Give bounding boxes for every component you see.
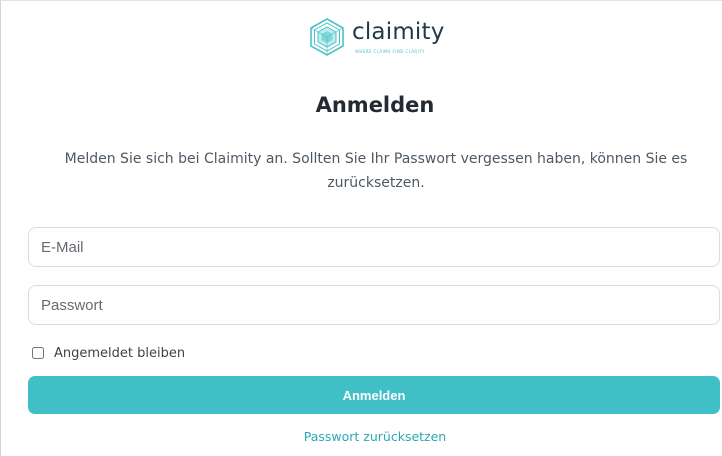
brand-logo: claimity WHERE CLAIMS FIND CLARITY xyxy=(307,15,447,59)
remember-me[interactable]: Angemeldet bleiben xyxy=(32,345,185,361)
remember-me-checkbox[interactable] xyxy=(32,347,44,359)
page-title: Anmelden xyxy=(315,93,435,117)
password-field[interactable] xyxy=(28,285,720,325)
email-field[interactable] xyxy=(28,227,720,267)
brand-tagline: WHERE CLAIMS FIND CLARITY xyxy=(355,49,425,54)
login-button[interactable]: Anmelden xyxy=(28,376,720,414)
login-page: claimity WHERE CLAIMS FIND CLARITY Anmel… xyxy=(0,0,722,456)
remember-me-label: Angemeldet bleiben xyxy=(54,345,186,361)
claimity-logo-icon xyxy=(310,18,344,56)
brand-name: claimity xyxy=(352,19,445,45)
reset-password-link[interactable]: Passwort zurücksetzen xyxy=(1,429,722,444)
login-description: Melden Sie sich bei Claimity an. Sollten… xyxy=(64,151,688,191)
